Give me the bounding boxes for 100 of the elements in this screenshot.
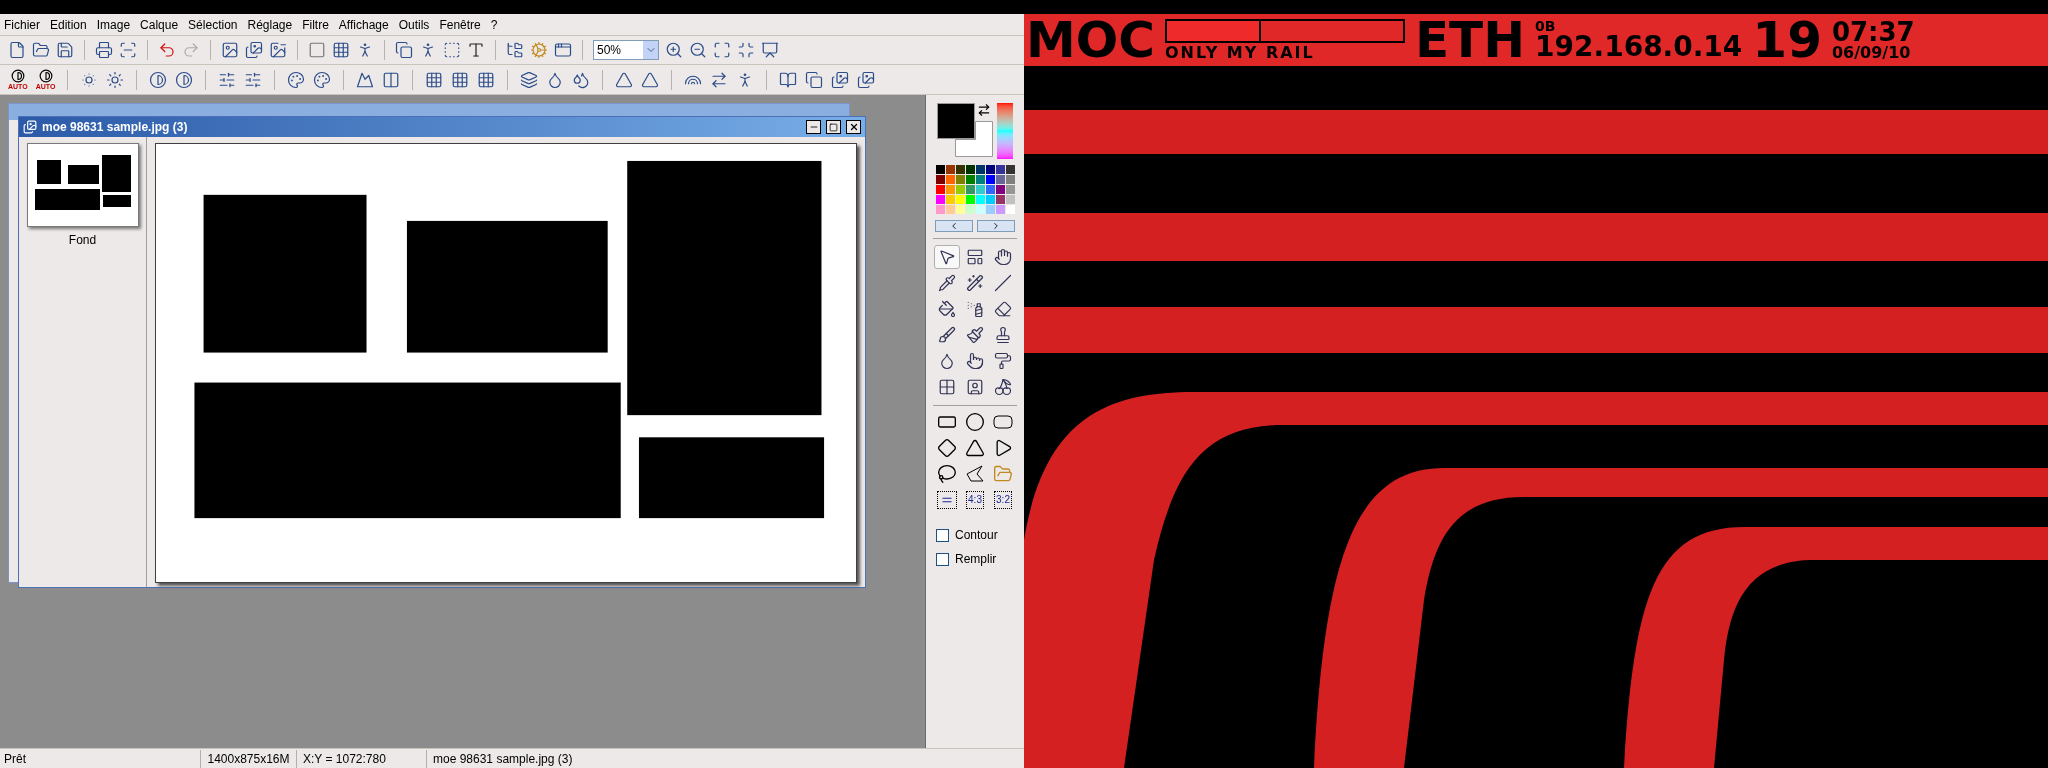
palette-swatch[interactable] <box>965 175 975 184</box>
layers-icon[interactable] <box>520 70 539 89</box>
menu-item[interactable]: Fichier <box>4 15 40 34</box>
palette-icon[interactable] <box>287 70 306 89</box>
foreground-color-swatch[interactable] <box>937 103 975 139</box>
menu-item[interactable]: Sélection <box>188 15 238 34</box>
menu-item[interactable]: ? <box>490 15 498 34</box>
menu-item[interactable]: Calque <box>140 15 179 34</box>
palette-swatch[interactable] <box>935 185 945 194</box>
checkbox[interactable] <box>936 528 949 542</box>
grid-icon[interactable] <box>332 41 350 59</box>
copy-icon[interactable] <box>805 70 824 89</box>
palette-swatch[interactable] <box>935 195 945 204</box>
square-icon[interactable] <box>308 41 326 59</box>
close-button[interactable] <box>846 120 861 134</box>
zoom-in-icon[interactable] <box>665 41 683 59</box>
palette-swatch[interactable] <box>1005 195 1015 204</box>
palette-swatch[interactable] <box>975 165 985 174</box>
circle-icon[interactable] <box>965 412 985 432</box>
dashed-selection-icon[interactable] <box>443 41 461 59</box>
image-icon[interactable] <box>221 41 239 59</box>
palette-swatch[interactable] <box>985 175 995 184</box>
triangle-icon[interactable] <box>615 70 634 89</box>
copy-icon[interactable] <box>395 41 413 59</box>
palette-swatch[interactable] <box>985 165 995 174</box>
zoom-combo[interactable]: 50% <box>593 40 659 60</box>
equal-icon[interactable] <box>937 491 957 509</box>
palette-swatch[interactable] <box>935 175 945 184</box>
palette-swatch[interactable] <box>955 175 965 184</box>
menu-item[interactable]: Image <box>96 15 131 34</box>
layer-thumbnail[interactable] <box>26 143 139 227</box>
sliders-icon[interactable] <box>218 70 237 89</box>
polygon-icon[interactable] <box>965 465 985 483</box>
palette-swatch[interactable] <box>975 175 985 184</box>
menu-item[interactable]: Outils <box>398 15 430 34</box>
palette-swatch[interactable] <box>965 205 975 214</box>
palette-swatch[interactable] <box>945 165 955 174</box>
palette-swatch[interactable] <box>935 165 945 174</box>
palette-swatch[interactable] <box>955 165 965 174</box>
menu-item[interactable]: Edition <box>50 15 87 34</box>
book-icon[interactable] <box>779 70 798 89</box>
menu-item[interactable]: Fenêtre <box>439 15 481 34</box>
undo-icon[interactable] <box>158 41 176 59</box>
palette-icon[interactable] <box>313 70 332 89</box>
ratio-button[interactable]: 4:3 <box>966 491 984 509</box>
palette-swatch[interactable] <box>945 185 955 194</box>
menu-item[interactable]: Affichage <box>338 15 389 34</box>
ratio-button[interactable]: 3:2 <box>994 491 1012 509</box>
palette-swatch[interactable] <box>1005 165 1015 174</box>
swap-colors-icon[interactable] <box>977 103 991 117</box>
menu-item[interactable]: Filtre <box>302 15 329 34</box>
rounded-rectangle-icon[interactable] <box>993 415 1013 429</box>
lasso-icon[interactable] <box>937 464 957 484</box>
palette-swatch[interactable] <box>955 205 965 214</box>
palette-swatch[interactable] <box>985 205 995 214</box>
scanner-icon[interactable] <box>119 41 137 59</box>
diamond-icon[interactable] <box>937 438 957 458</box>
palette-swatch[interactable] <box>995 165 1005 174</box>
palette-swatch[interactable] <box>955 195 965 204</box>
palette-swatch[interactable] <box>1005 205 1015 214</box>
palette-swatch[interactable] <box>965 165 975 174</box>
triangle-icon[interactable] <box>965 438 985 458</box>
new-file-icon[interactable] <box>8 41 26 59</box>
histogram-icon[interactable] <box>356 70 375 89</box>
palette-swatch[interactable] <box>955 185 965 194</box>
image-minus-icon[interactable] <box>269 41 287 59</box>
presentation-icon[interactable] <box>761 41 779 59</box>
contrast-icon[interactable] <box>175 70 194 89</box>
fit-icon[interactable] <box>713 41 731 59</box>
grid-icon[interactable] <box>451 70 470 89</box>
palette-swatch[interactable] <box>965 195 975 204</box>
folder-tree-icon[interactable] <box>506 41 524 59</box>
palette-swatch[interactable] <box>995 175 1005 184</box>
triangle-icon[interactable] <box>641 70 660 89</box>
images-icon[interactable] <box>831 70 850 89</box>
palette-swatch[interactable] <box>1005 175 1015 184</box>
palette-swatch[interactable] <box>995 205 1005 214</box>
palette-swatch[interactable] <box>985 185 995 194</box>
shrink-icon[interactable] <box>737 41 755 59</box>
palette-swatch[interactable] <box>935 205 945 214</box>
palette-swatch[interactable] <box>945 175 955 184</box>
grid-icon[interactable] <box>425 70 444 89</box>
text-icon[interactable] <box>467 41 485 59</box>
palette-swatch[interactable] <box>945 195 955 204</box>
contrast-icon[interactable] <box>149 70 168 89</box>
grid-icon[interactable] <box>477 70 496 89</box>
menu-item[interactable]: Réglage <box>247 15 293 34</box>
minimize-button[interactable] <box>806 120 821 134</box>
droplets-icon[interactable] <box>572 70 591 89</box>
sliders-icon[interactable] <box>244 70 263 89</box>
palette-swatch[interactable] <box>1005 185 1015 194</box>
palette-swatch[interactable] <box>975 205 985 214</box>
images-icon[interactable] <box>245 41 263 59</box>
brightness-up-icon[interactable] <box>106 70 125 89</box>
palette-swatch[interactable] <box>975 185 985 194</box>
palette-swatch[interactable] <box>975 195 985 204</box>
maximize-button[interactable] <box>826 120 841 134</box>
printer-icon[interactable] <box>95 41 113 59</box>
arrows-icon[interactable] <box>710 70 729 89</box>
palette-swatch[interactable] <box>965 185 975 194</box>
